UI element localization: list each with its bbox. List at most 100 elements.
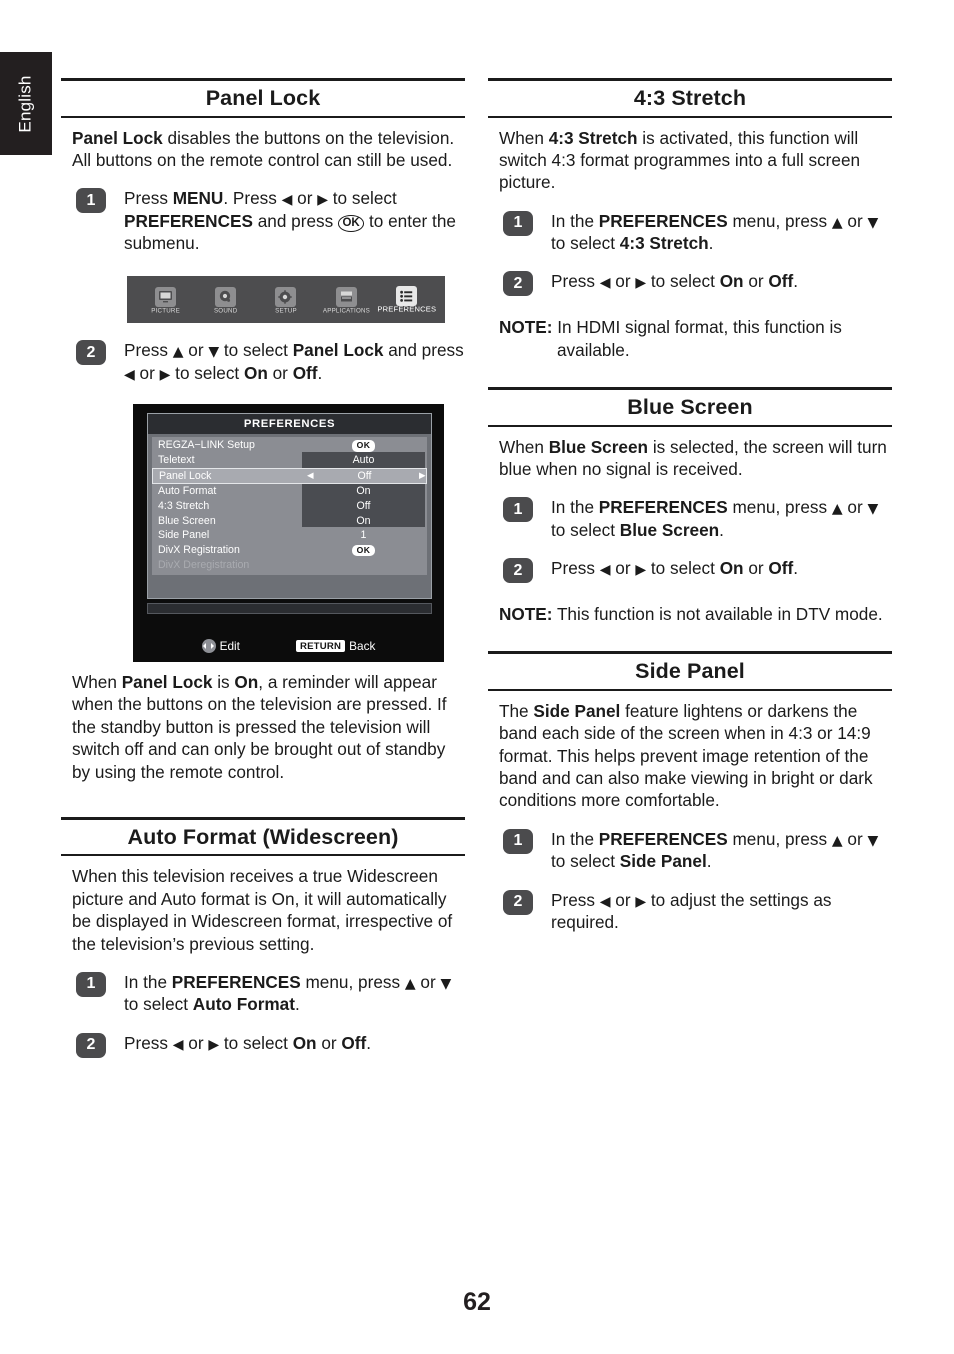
- osd-row-label: DivX Deregistration: [158, 559, 250, 572]
- osd-row-label: DivX Registration: [158, 544, 240, 557]
- osd-row-43-stretch[interactable]: 4:3 Stretch Off: [152, 498, 427, 513]
- ok-chip: OK: [351, 439, 376, 452]
- section-title: Side Panel: [635, 659, 745, 684]
- section-title: Auto Format (Widescreen): [127, 824, 399, 849]
- section-title: 4:3 Stretch: [633, 86, 747, 110]
- step-badge: 1: [76, 188, 106, 214]
- right-column: 4:3 Stretch When 4:3 Stretch is activate…: [488, 78, 892, 933]
- section-header-panel-lock: Panel Lock: [61, 78, 465, 118]
- step-badge: 1: [76, 971, 106, 997]
- step-badge: 1: [503, 828, 533, 854]
- side-panel-step-1: 1 In the PREFERENCES menu, press ▲ or ▼ …: [499, 828, 892, 873]
- step-text: Press ◀ or ▶ to select On or Off.: [124, 1032, 372, 1053]
- side-panel-intro: The Side Panel feature lightens or darke…: [499, 701, 873, 811]
- auto-format-intro: When this television receives a true Wid…: [72, 866, 453, 954]
- menu-icon-label: PICTURE: [150, 306, 180, 314]
- osd-edit-hint: Edit: [201, 639, 240, 654]
- step-text: Press MENU. Press ◀ or ▶ to select PREFE…: [124, 188, 456, 253]
- stretch-43-step-2: 2 Press ◀ or ▶ to select On or Off.: [499, 270, 892, 300]
- osd-panel: PREFERENCES REGZA−LINK Setup OK Teletext…: [147, 413, 432, 600]
- osd-row-divx-registration[interactable]: DivX Registration OK: [152, 543, 427, 558]
- note-text: This function is not available in DTV mo…: [556, 604, 883, 625]
- menu-icon-picture: PICTURE: [136, 286, 194, 314]
- dpad-left-right-icon: [201, 639, 216, 654]
- step-text: Press ◀ or ▶ to select On or Off.: [551, 558, 799, 579]
- step-badge: 1: [503, 210, 533, 236]
- osd-row-divx-deregistration: DivX Deregistration: [152, 558, 427, 573]
- osd-row-teletext[interactable]: Teletext Auto: [152, 453, 427, 468]
- sound-icon: [215, 286, 237, 307]
- section-title: Panel Lock: [205, 86, 321, 110]
- osd-row-value: OK: [302, 439, 425, 452]
- osd-row-regza-link-setup[interactable]: REGZA−LINK Setup OK: [152, 438, 427, 453]
- osd-row-label: REGZA−LINK Setup: [158, 439, 255, 452]
- osd-row-label: Teletext: [158, 454, 195, 467]
- step-badge: 1: [503, 497, 533, 523]
- step-text: In the PREFERENCES menu, press ▲ or ▼ to…: [124, 971, 452, 1015]
- osd-row-side-panel[interactable]: Side Panel 1: [152, 528, 427, 543]
- osd-row-label: Panel Lock: [159, 469, 212, 482]
- auto-format-step-1: 1 In the PREFERENCES menu, press ▲ or ▼ …: [72, 971, 465, 1016]
- return-key-chip: RETURN: [295, 640, 346, 653]
- osd-row-value: On: [356, 485, 371, 498]
- step-text: In the PREFERENCES menu, press ▲ or ▼ to…: [551, 210, 879, 253]
- osd-row-label: Blue Screen: [158, 514, 216, 527]
- menu-icon-setup: SETUP: [257, 286, 315, 314]
- step-text: Press ◀ or ▶ to adjust the settings as r…: [551, 889, 832, 932]
- panel-lock-outro: When Panel Lock is On, a reminder will a…: [72, 672, 447, 782]
- note-text: In HDMI signal format, this function is …: [557, 317, 842, 360]
- note-label: NOTE:: [499, 604, 553, 625]
- figure-menu-iconbar: PICTURE SOUND SETUP APPLICATIONS PREFERE…: [127, 276, 445, 324]
- section-header-43-stretch: 4:3 Stretch: [488, 78, 892, 118]
- menu-icon-label: APPLICATIONS: [322, 306, 370, 314]
- osd-right-arrow-icon[interactable]: ▶: [419, 471, 426, 480]
- ok-chip: OK: [351, 544, 376, 557]
- setup-gear-icon: [275, 286, 297, 307]
- stretch-43-intro: When 4:3 Stretch is activated, this func…: [499, 127, 861, 193]
- blue-screen-note: NOTE: This function is not available in …: [499, 603, 892, 625]
- section-title: Blue Screen: [627, 395, 753, 420]
- step-badge: 2: [503, 271, 533, 297]
- menu-icon-sound: SOUND: [197, 286, 255, 314]
- panel-lock-intro: Panel Lock disables the buttons on the t…: [72, 127, 455, 170]
- preferences-list-icon: [396, 286, 418, 307]
- step-badge: 2: [76, 1032, 106, 1058]
- osd-back-hint: RETURN Back: [295, 639, 375, 653]
- menu-icon-label: PREFERENCES: [377, 306, 437, 315]
- osd-row-value: Auto: [352, 454, 375, 467]
- step-text: In the PREFERENCES menu, press ▲ or ▼ to…: [551, 828, 879, 872]
- auto-format-step-2: 2 Press ◀ or ▶ to select On or Off.: [72, 1032, 465, 1062]
- osd-row-value: Off: [356, 499, 371, 512]
- figure-osd-preferences: PREFERENCES REGZA−LINK Setup OK Teletext…: [133, 404, 444, 663]
- menu-icon-label: SETUP: [275, 306, 297, 314]
- osd-row-label: Side Panel: [158, 529, 210, 542]
- panel-lock-step-1: 1 Press MENU. Press ◀ or ▶ to select PRE…: [72, 187, 465, 254]
- picture-icon: [154, 286, 176, 307]
- osd-row-panel-lock[interactable]: Panel Lock ◀ Off ▶: [152, 467, 427, 484]
- osd-title: PREFERENCES: [148, 414, 431, 435]
- step-badge: 2: [503, 558, 533, 584]
- blue-screen-intro: When Blue Screen is selected, the screen…: [499, 436, 887, 479]
- step-text: Press ◀ or ▶ to select On or Off.: [551, 271, 799, 292]
- osd-row-value: 1: [360, 529, 367, 542]
- blue-screen-step-1: 1 In the PREFERENCES menu, press ▲ or ▼ …: [499, 496, 892, 541]
- step-badge: 2: [76, 340, 106, 366]
- page-number: 62: [463, 1288, 491, 1316]
- panel-lock-step-2: 2 Press ▲ or ▼ to select Panel Lock and …: [72, 339, 465, 384]
- blue-screen-step-2: 2 Press ◀ or ▶ to select On or Off.: [499, 557, 892, 587]
- menu-icon-preferences[interactable]: PREFERENCES: [377, 286, 437, 315]
- step-text: In the PREFERENCES menu, press ▲ or ▼ to…: [551, 497, 879, 540]
- osd-row-label: 4:3 Stretch: [158, 499, 210, 512]
- side-panel-step-2: 2 Press ◀ or ▶ to adjust the settings as…: [499, 889, 892, 934]
- osd-row-blue-screen[interactable]: Blue Screen On: [152, 513, 427, 528]
- osd-row-auto-format[interactable]: Auto Format On: [152, 484, 427, 499]
- osd-row-label: Auto Format: [158, 485, 217, 498]
- osd-row-value: On: [356, 514, 371, 527]
- menu-icon-applications: APPLICATIONS: [317, 286, 375, 314]
- stretch-43-step-1: 1 In the PREFERENCES menu, press ▲ or ▼ …: [499, 210, 892, 255]
- section-header-auto-format: Auto Format (Widescreen): [61, 816, 465, 857]
- step-text: Press ▲ or ▼ to select Panel Lock and pr…: [124, 340, 464, 383]
- osd-row-value: Off: [357, 469, 372, 482]
